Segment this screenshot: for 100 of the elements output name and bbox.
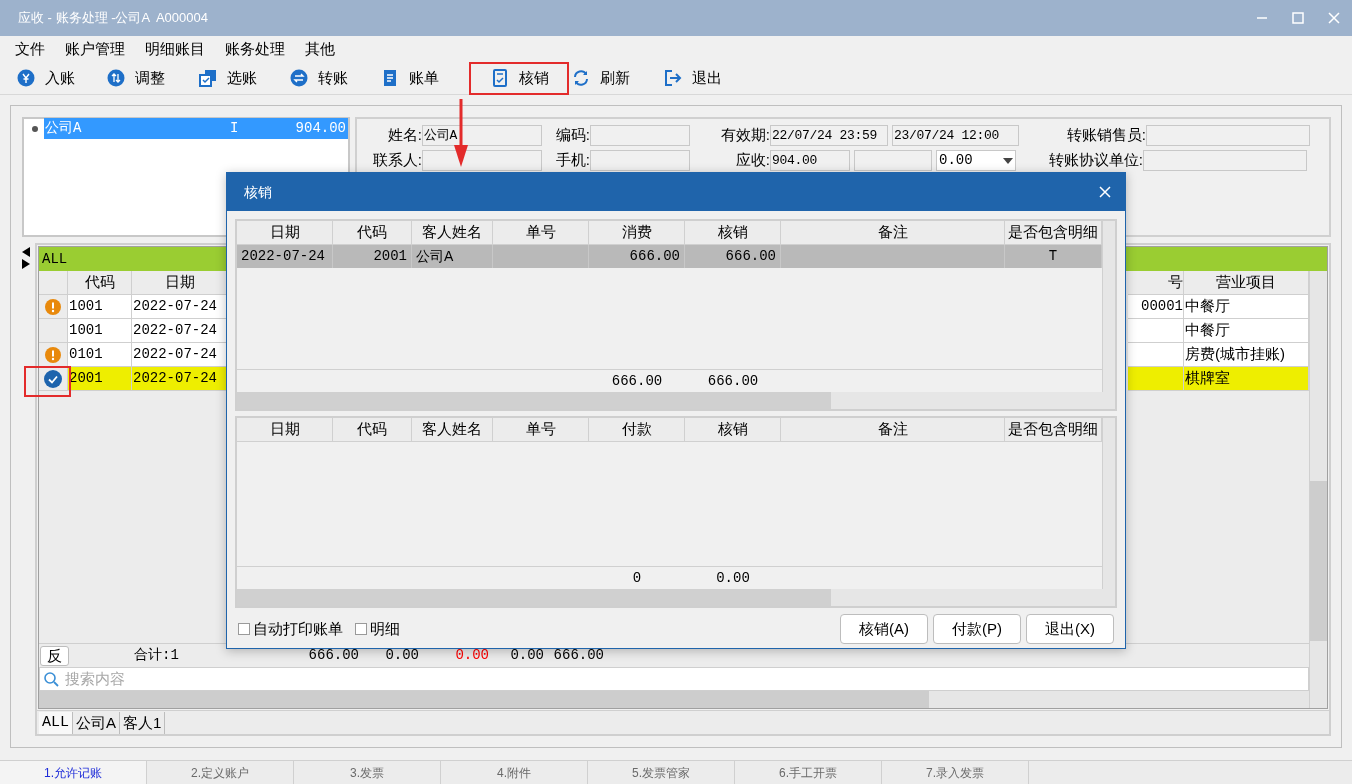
status-tab[interactable]: 1.允许记账	[0, 761, 147, 784]
toolbar-button[interactable]: 调整	[104, 61, 196, 95]
status-tab[interactable]: 5.发票管家	[588, 761, 735, 784]
status-tab[interactable]: 3.发票	[294, 761, 441, 784]
table-cell: 0101	[68, 343, 132, 367]
text-field[interactable]	[1143, 150, 1307, 171]
dropdown[interactable]: 0.00	[936, 150, 1016, 171]
exit-icon	[664, 69, 682, 87]
checkbox-label: 自动打印账单	[253, 618, 343, 639]
total-count: 合计:1	[134, 646, 180, 665]
total-value: 0.00	[384, 646, 419, 665]
field-label: 联系人:	[371, 150, 422, 171]
table-cell: 2022-07-24	[132, 343, 228, 367]
field-label: 转账协议单位:	[1047, 150, 1143, 171]
text-field[interactable]	[590, 125, 690, 146]
menu-item[interactable]: 明细账目	[145, 37, 205, 61]
menu-item[interactable]: 其他	[305, 37, 335, 61]
tab[interactable]: 公司A	[73, 712, 121, 734]
yen-icon	[17, 69, 35, 87]
column-header: 单号	[493, 418, 589, 442]
checkbox[interactable]	[238, 623, 250, 635]
status-tab[interactable]: 7.录入发票	[882, 761, 1029, 784]
maximize-icon	[1291, 11, 1305, 25]
toolbar-button[interactable]: 账单	[378, 61, 469, 95]
scrollbar-thumb[interactable]	[237, 589, 831, 606]
up-down-icon	[107, 69, 125, 87]
scrollbar-thumb[interactable]	[1310, 481, 1327, 641]
tab[interactable]: ALL	[39, 712, 73, 734]
table-cell: 2022-07-24	[132, 319, 228, 343]
reverse-button[interactable]: 反	[40, 646, 69, 666]
caret-icon	[1003, 157, 1013, 164]
dialog-button[interactable]: 核销(A)	[840, 614, 928, 644]
text-field[interactable]: 22/07/24 23:59	[770, 125, 888, 146]
table-cell: 棋牌室	[1184, 367, 1309, 391]
table-row[interactable]: 2022-07-24 2001 公司A 666.00 666.00 T	[237, 245, 1102, 268]
total-value: 0.00	[454, 646, 489, 665]
total-value: 0	[631, 568, 643, 588]
toolbar-button[interactable]: 转账	[287, 61, 378, 95]
column-header: 客人姓名	[412, 418, 493, 442]
table-cell: 2022-07-24	[237, 245, 333, 268]
toolbar-button[interactable]: 退出	[661, 61, 741, 95]
vertical-scrollbar[interactable]	[1102, 418, 1115, 589]
checkbox-label: 明细	[370, 618, 400, 639]
table-cell: 中餐厅	[1184, 295, 1309, 319]
dialog-button[interactable]: 退出(X)	[1026, 614, 1114, 644]
checkbox[interactable]	[355, 623, 367, 635]
table-cell: 00001	[1128, 295, 1184, 319]
dialog-button[interactable]: 付款(P)	[933, 614, 1021, 644]
menu-item[interactable]: 账务处理	[225, 37, 285, 61]
search-icon	[44, 671, 59, 687]
status-tab[interactable]: 6.手工开票	[735, 761, 882, 784]
total-value: 666.00	[307, 646, 359, 665]
field-label: 编码:	[554, 125, 590, 146]
table-cell: 1001	[68, 295, 132, 319]
field-label: 转账销售员:	[1065, 125, 1146, 146]
vertical-scrollbar[interactable]	[1102, 221, 1115, 392]
field-label: 姓名:	[386, 125, 422, 146]
document-icon	[381, 69, 399, 87]
menu-item[interactable]: 账户管理	[65, 37, 125, 61]
table-cell: 2001	[68, 367, 132, 391]
swap-icon	[290, 69, 308, 87]
total-value: 0.00	[715, 568, 751, 588]
total-value: 666.00	[706, 371, 760, 391]
table-cell: 666.00	[589, 245, 685, 268]
text-field[interactable]	[854, 150, 932, 171]
checklist-icon	[490, 69, 509, 87]
toolbar-button[interactable]: 入账	[14, 61, 104, 95]
status-tab[interactable]: 4.附件	[441, 761, 588, 784]
field-label: 应收:	[734, 150, 770, 171]
table-cell: 公司A	[412, 245, 493, 268]
window-title: 应收 - 账务处理 -公司A A000004	[18, 9, 209, 28]
text-field[interactable]: 公司A	[422, 125, 542, 146]
column-header: 代码	[333, 418, 412, 442]
text-field[interactable]: 904.00	[770, 150, 850, 171]
bullet-icon	[31, 124, 39, 133]
total-value: 666.00	[552, 646, 604, 665]
column-header: 日期	[237, 418, 333, 442]
text-field[interactable]	[590, 150, 690, 171]
column-header: 核销	[685, 418, 781, 442]
status-tab[interactable]: 2.定义账户	[147, 761, 294, 784]
table-cell: 中餐厅	[1184, 319, 1309, 343]
field-label: 手机:	[554, 150, 590, 171]
menu-item[interactable]: 文件	[15, 37, 45, 61]
tab[interactable]: 客人1	[120, 712, 166, 734]
close-icon	[1099, 186, 1111, 198]
expand-arrow-icon	[22, 259, 30, 269]
text-field[interactable]	[422, 150, 542, 171]
scrollbar-thumb[interactable]	[237, 392, 831, 409]
table-cell: 2001	[333, 245, 412, 268]
text-field[interactable]: 23/07/24 12:00	[892, 125, 1019, 146]
toolbar-button[interactable]: 刷新	[569, 61, 661, 95]
column-header: 付款	[589, 418, 685, 442]
scrollbar-thumb[interactable]	[39, 691, 929, 708]
table-cell: 房费(城市挂账)	[1184, 343, 1309, 367]
toolbar-button[interactable]: 核销	[469, 61, 569, 95]
refresh-icon	[572, 69, 590, 87]
toolbar-button[interactable]: 选账	[196, 61, 287, 95]
copy-icon	[199, 69, 217, 87]
text-field[interactable]	[1146, 125, 1310, 146]
table-cell: 2022-07-24	[132, 367, 228, 391]
